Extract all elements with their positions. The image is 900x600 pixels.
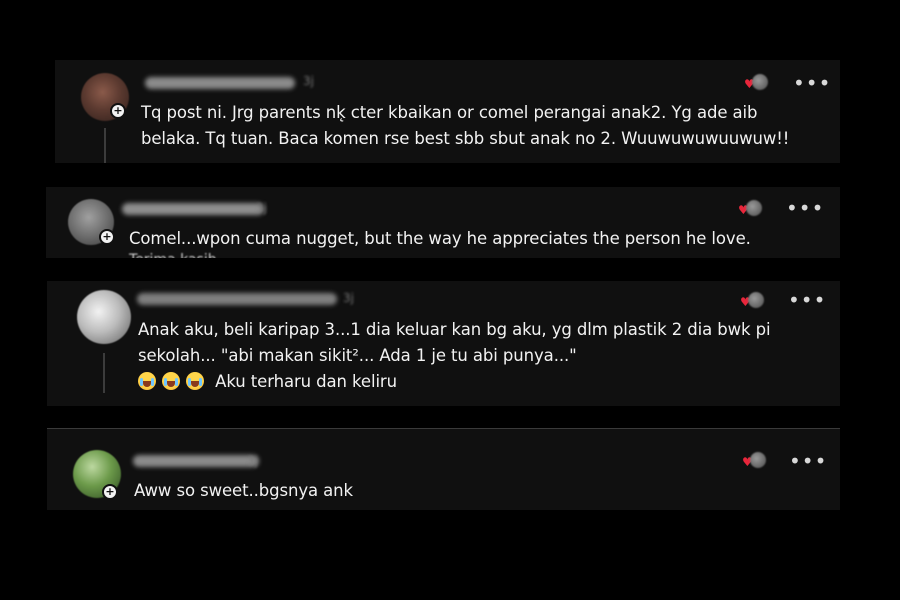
avatar[interactable]: + <box>73 450 121 500</box>
comment-text: Comel...wpon cuma nugget, but the way he… <box>129 226 751 252</box>
username-blurred[interactable] <box>122 203 264 215</box>
emoji-line-text: Aku terharu dan keliru <box>215 372 397 391</box>
comment-time: 3j <box>343 291 354 305</box>
comment-line: Anak aku, beli karipap 3...1 dia keluar … <box>138 320 771 339</box>
username-blurred[interactable] <box>145 77 295 89</box>
more-options-button[interactable]: ••• <box>793 73 831 93</box>
emoji-line: Aku terharu dan keliru <box>138 369 770 395</box>
crying-face-icon <box>162 372 180 390</box>
reactor-avatar <box>750 452 766 468</box>
comment-text: Tq post ni. Jrg parents nk̨ cter kbaikan… <box>141 100 789 152</box>
comment-line: Comel...wpon cuma nugget, but the way he… <box>129 229 751 248</box>
comment-card: + 3j Tq post ni. Jrg parents nk̨ cter kb… <box>55 60 840 163</box>
comment-time: 3j <box>303 74 314 88</box>
username-blurred[interactable] <box>137 293 337 305</box>
more-options-button[interactable]: ••• <box>786 198 824 218</box>
comment-line: sekolah... "abi makan sikit²... Ada 1 je… <box>138 346 577 365</box>
follow-plus-icon[interactable]: + <box>99 229 115 245</box>
avatar[interactable]: + <box>68 199 115 245</box>
username-blurred[interactable] <box>133 455 259 467</box>
comment-card: 3j Anak aku, beli karipap 3...1 dia kelu… <box>47 281 840 406</box>
comment-card: + 3j Comel...wpon cuma nugget, but the w… <box>46 187 840 258</box>
more-options-button[interactable]: ••• <box>788 290 826 310</box>
comment-line: Tq post ni. Jrg parents nk̨ cter kbaikan… <box>141 103 758 122</box>
reactor-avatar <box>752 74 768 90</box>
comment-line: Aww so sweet..bgsnya ank <box>134 481 353 500</box>
comment-text: Anak aku, beli karipap 3...1 dia keluar … <box>138 317 771 395</box>
comment-card: + 3j Aww so sweet..bgsnya ank ♥ ••• <box>47 428 840 510</box>
thread-line <box>104 128 106 163</box>
crying-face-icon <box>186 372 204 390</box>
comment-text: Aww so sweet..bgsnya ank <box>134 478 353 504</box>
comment-line: belaka. Tq tuan. Baca komen rse best sbb… <box>141 129 790 148</box>
reaction-indicator[interactable]: ♥ <box>740 292 764 310</box>
avatar[interactable]: + <box>81 73 129 121</box>
reaction-indicator[interactable]: ♥ <box>738 200 762 218</box>
follow-plus-icon[interactable]: + <box>102 484 118 500</box>
more-options-button[interactable]: ••• <box>789 451 827 471</box>
thread-line <box>103 353 105 393</box>
crying-face-icon <box>138 372 156 390</box>
reaction-indicator[interactable]: ♥ <box>744 74 768 92</box>
comment-time: 3j <box>247 454 258 468</box>
comment-time: 3j <box>256 201 267 215</box>
reaction-indicator[interactable]: ♥ <box>742 452 766 470</box>
reactor-avatar <box>746 200 762 216</box>
reactor-avatar <box>748 292 764 308</box>
truncated-next-comment: Terima kasih <box>129 253 229 258</box>
avatar[interactable] <box>77 290 131 344</box>
follow-plus-icon[interactable]: + <box>110 103 126 119</box>
